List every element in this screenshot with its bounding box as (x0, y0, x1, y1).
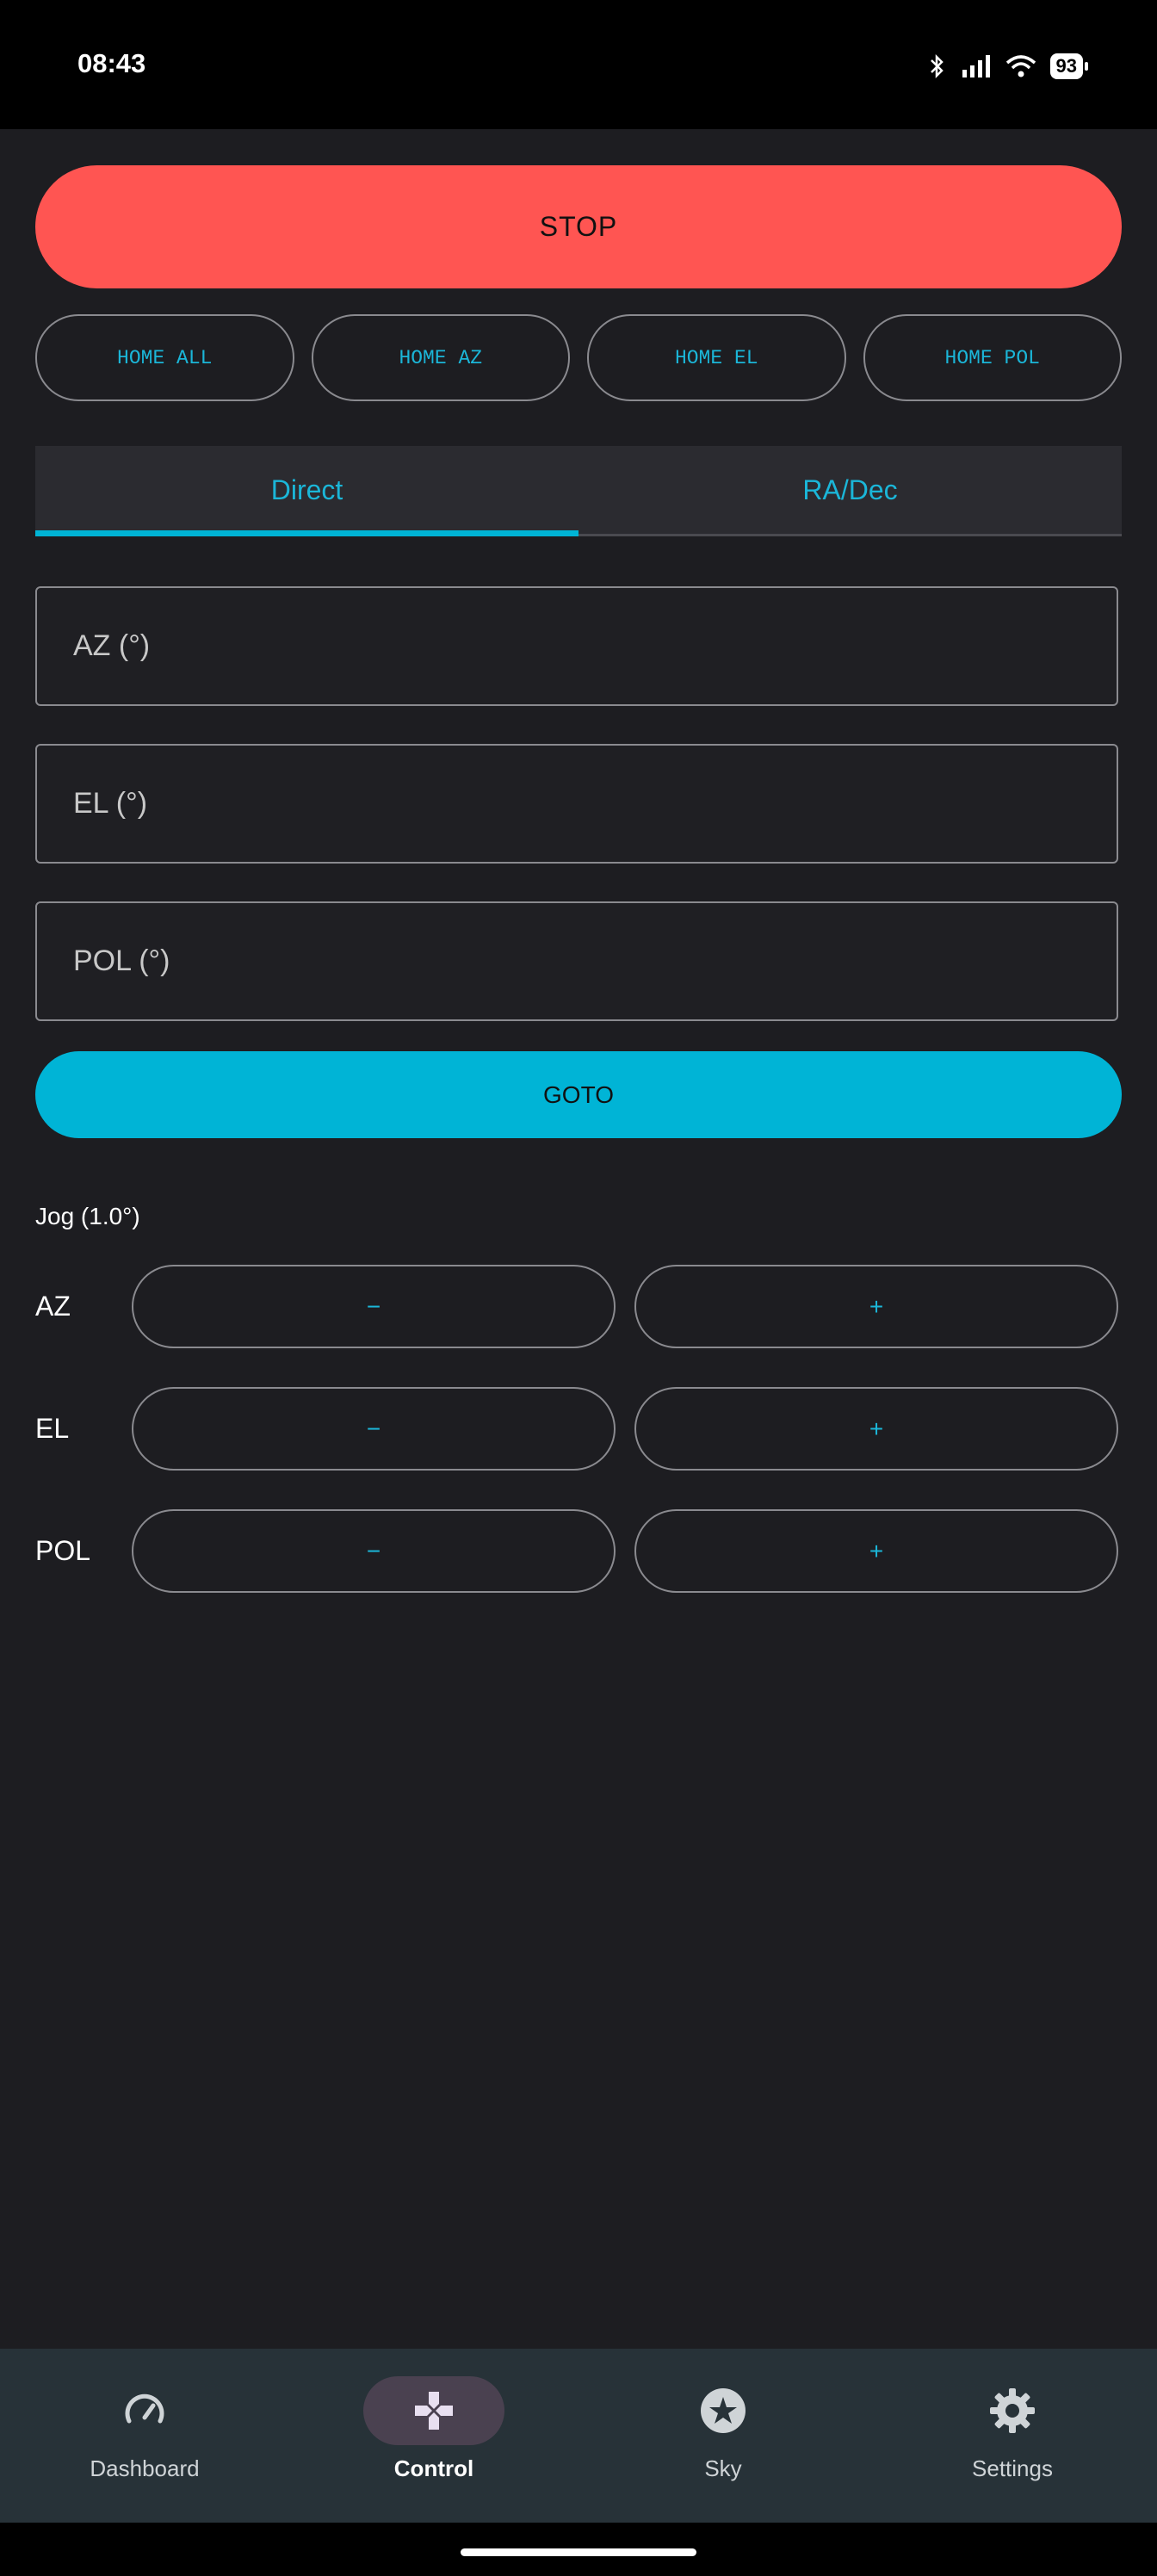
jog-row-el: EL − + (35, 1385, 1122, 1472)
jog-label-az: AZ (35, 1291, 71, 1322)
speedometer-icon (125, 2393, 164, 2424)
jog-pol-minus-button[interactable]: − (132, 1509, 616, 1593)
nav-item-dashboard[interactable]: Dashboard (0, 2349, 289, 2523)
nav-item-sky[interactable]: Sky (578, 2349, 868, 2523)
gear-icon (990, 2388, 1035, 2433)
home-el-button[interactable]: HOME EL (587, 314, 846, 401)
pol-field[interactable] (35, 901, 1118, 1021)
stop-button[interactable]: STOP (35, 165, 1122, 288)
jog-pol-plus-button[interactable]: + (634, 1509, 1118, 1593)
jog-az-plus-button[interactable]: + (634, 1265, 1118, 1348)
tab-ra-dec[interactable]: RA/Dec (578, 446, 1122, 534)
tab-direct[interactable]: Direct (35, 446, 578, 536)
status-bar: 08:43 93 (0, 0, 1157, 129)
nav-item-control[interactable]: Control (289, 2349, 578, 2523)
nav-pill-control (363, 2376, 504, 2445)
home-az-button[interactable]: HOME AZ (311, 314, 570, 401)
home-pol-button[interactable]: HOME POL (863, 314, 1122, 401)
nav-label-sky: Sky (704, 2455, 742, 2481)
jog-title: Jog (1.0°) (35, 1203, 140, 1229)
bluetooth-icon (930, 53, 944, 79)
home-all-button[interactable]: HOME ALL (35, 314, 294, 401)
az-field[interactable] (35, 586, 1118, 706)
nav-pill-sky (653, 2376, 794, 2445)
battery-indicator: 93 (1049, 53, 1089, 79)
jog-el-plus-button[interactable]: + (634, 1387, 1118, 1471)
star-icon (701, 2388, 746, 2433)
jog-label-pol: POL (35, 1535, 91, 1566)
wifi-icon (1005, 55, 1036, 77)
gamepad-icon (415, 2392, 453, 2430)
signal-icon (962, 55, 990, 77)
nav-pill-settings (942, 2376, 1083, 2445)
home-buttons-row: HOME ALL HOME AZ HOME EL HOME POL (35, 314, 1122, 401)
jog-row-pol: POL − + (35, 1508, 1122, 1595)
jog-el-minus-button[interactable]: − (132, 1387, 616, 1471)
home-indicator[interactable] (461, 2548, 696, 2556)
jog-label-el: EL (35, 1413, 70, 1444)
nav-pill-dashboard (74, 2376, 215, 2445)
nav-label-control: Control (393, 2455, 474, 2481)
nav-label-settings: Settings (972, 2455, 1053, 2481)
az-input[interactable] (71, 629, 1117, 664)
jog-row-az: AZ − + (35, 1263, 1122, 1350)
nav-label-dashboard: Dashboard (90, 2455, 200, 2481)
pol-input[interactable] (71, 944, 1117, 979)
mode-tabs: Direct RA/Dec (35, 446, 1122, 536)
el-field[interactable] (35, 744, 1118, 864)
goto-button[interactable]: GOTO (35, 1051, 1122, 1138)
bottom-navigation: Dashboard Control Sky Settings (0, 2349, 1157, 2523)
nav-item-settings[interactable]: Settings (868, 2349, 1157, 2523)
el-input[interactable] (71, 786, 1117, 821)
jog-az-minus-button[interactable]: − (132, 1265, 616, 1348)
status-time: 08:43 (77, 48, 146, 78)
status-icons: 93 (928, 52, 1089, 81)
